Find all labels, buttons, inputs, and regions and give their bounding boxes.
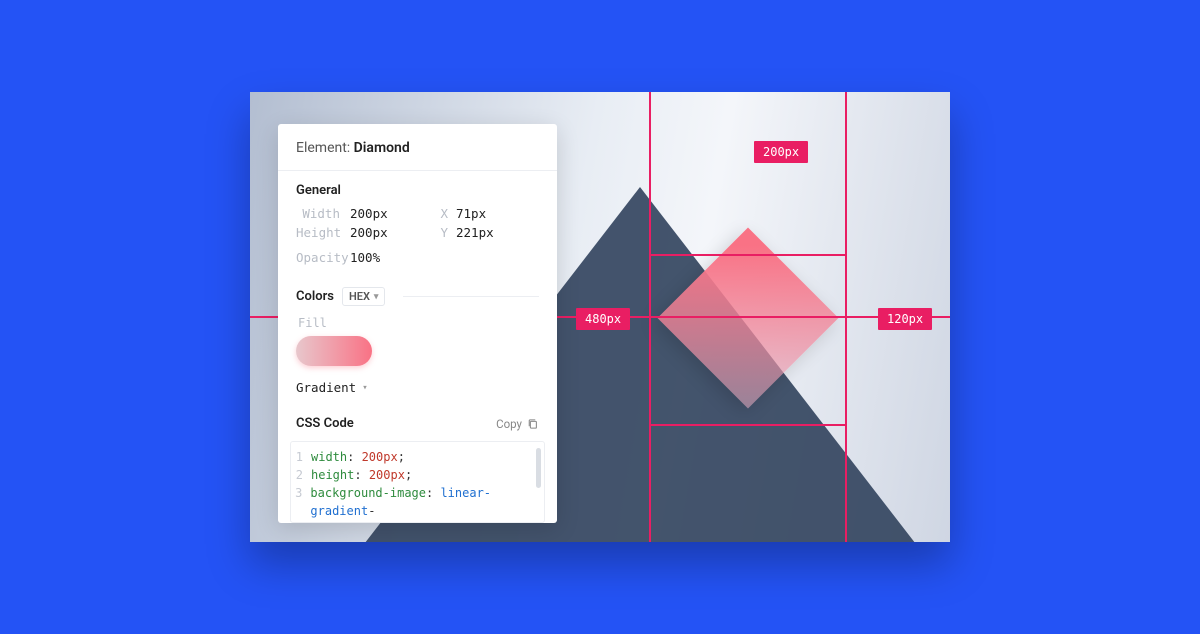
measure-tag-left: 480px [576, 308, 630, 330]
y-value[interactable]: 221px [456, 225, 494, 240]
css-code-box[interactable]: 1width: 200px; 2height: 200px; 3backgrou… [290, 441, 545, 523]
opacity-value[interactable]: 100% [350, 250, 408, 265]
divider [403, 296, 539, 297]
fill-gradient-swatch[interactable] [296, 336, 372, 366]
canvas-stage[interactable]: 200px 480px 120px Element: Diamond Gener… [250, 92, 950, 542]
inspector-panel: Element: Diamond General Width 200px X 7… [278, 124, 557, 523]
panel-header: Element: Diamond [278, 124, 557, 171]
element-label: Element: [296, 140, 354, 156]
copy-css-button[interactable]: Copy [496, 417, 539, 431]
general-title: General [296, 183, 539, 198]
general-section: General Width 200px X 71px Height 200px … [278, 171, 557, 275]
chevron-down-icon: ▾ [374, 292, 379, 302]
measure-tag-top: 200px [754, 141, 808, 163]
selection-bounds[interactable] [649, 254, 847, 426]
y-label: Y [438, 225, 456, 240]
hex-label: HEX [349, 290, 370, 303]
css-section-header: CSS Code Copy [278, 402, 557, 437]
x-label: X [438, 206, 456, 221]
height-label: Height [296, 225, 350, 240]
width-value[interactable]: 200px [350, 206, 408, 221]
copy-icon [527, 418, 539, 430]
chevron-down-icon: ▾ [362, 383, 367, 393]
x-value[interactable]: 71px [456, 206, 486, 221]
width-label: Width [296, 206, 350, 221]
css-title: CSS Code [296, 416, 354, 431]
colors-title: Colors [296, 289, 334, 304]
element-name: Diamond [354, 140, 410, 156]
opacity-label: Opacity [296, 250, 350, 265]
fill-label: Fill [298, 316, 539, 330]
measure-tag-right: 120px [878, 308, 932, 330]
color-format-select[interactable]: HEX ▾ [342, 287, 386, 306]
scrollbar-thumb[interactable] [536, 448, 541, 488]
height-value[interactable]: 200px [350, 225, 408, 240]
gradient-label: Gradient [296, 380, 356, 395]
fill-type-select[interactable]: Gradient ▾ [296, 380, 368, 395]
colors-section: Colors HEX ▾ Fill Gradient ▾ [278, 275, 557, 402]
copy-label: Copy [496, 417, 522, 431]
